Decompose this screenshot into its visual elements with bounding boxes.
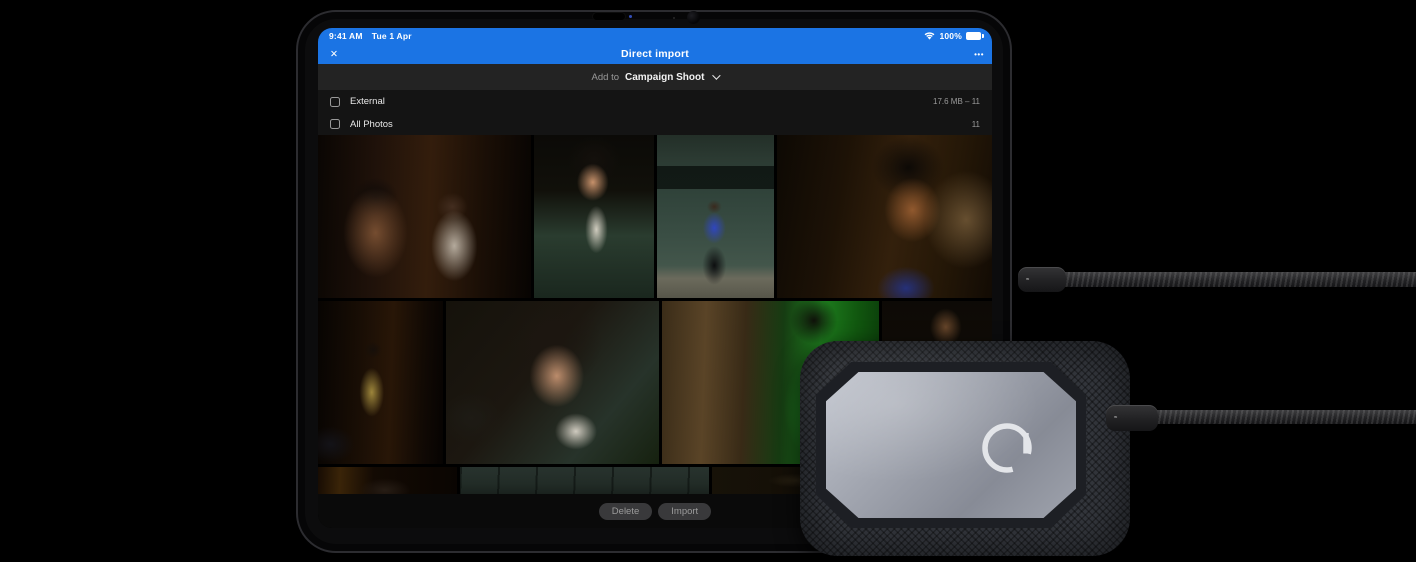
connector-logo-icon: ≈ <box>1026 276 1030 283</box>
all-photos-checkbox[interactable] <box>330 119 340 129</box>
usbc-cable-drive <box>1150 410 1416 424</box>
gdrive-ssd <box>800 341 1130 556</box>
nav-bar: ✕ Direct import ••• <box>318 44 992 64</box>
photo-thumbnail[interactable] <box>318 467 457 494</box>
front-camera-icon <box>687 11 700 24</box>
front-camera-pill <box>592 12 626 21</box>
photo-thumbnail[interactable] <box>318 135 531 298</box>
more-options-icon[interactable]: ••• <box>974 44 984 64</box>
wifi-icon <box>925 32 935 40</box>
photo-thumbnail[interactable] <box>534 135 654 298</box>
photo-thumbnail[interactable] <box>318 301 443 464</box>
usbc-connector: ≈ <box>1018 267 1066 292</box>
connector-logo-icon: ≈ <box>1114 415 1118 421</box>
battery-icon <box>966 32 984 40</box>
camera-indicator-dot <box>629 15 632 18</box>
usbc-connector: ≈ <box>1106 405 1158 431</box>
clock-time: 9:41 AM <box>329 31 363 41</box>
photo-thumbnail[interactable] <box>657 135 774 298</box>
external-checkbox[interactable] <box>330 96 340 107</box>
battery-percent: 100% <box>939 31 962 41</box>
source-row-external[interactable]: External 17.6 MB – 11 <box>318 90 992 113</box>
source-row-meta: 11 <box>971 119 980 129</box>
chevron-down-icon[interactable] <box>712 71 722 80</box>
source-row-meta: 17.6 MB – 11 <box>933 97 980 106</box>
source-row-label: External <box>350 96 385 107</box>
delete-button[interactable]: Delete <box>598 502 653 520</box>
gdrive-logo-icon <box>982 423 1032 473</box>
scene: 9:41 AM Tue 1 Apr 100% ✕ Direct import •… <box>0 0 1416 562</box>
source-row-label: All Photos <box>350 118 393 130</box>
page-title: Direct import <box>621 48 689 60</box>
status-bar: 9:41 AM Tue 1 Apr 100% <box>318 28 992 44</box>
clock-date: Tue 1 Apr <box>371 31 412 41</box>
add-to-bar: Add to Campaign Shoot <box>318 64 992 90</box>
drive-plate <box>826 372 1076 518</box>
album-selector[interactable]: Campaign Shoot <box>625 72 704 83</box>
source-row-all-photos[interactable]: All Photos 11 <box>318 113 992 135</box>
add-to-label: Add to <box>591 71 619 83</box>
import-button[interactable]: Import <box>658 502 712 520</box>
photo-thumbnail[interactable] <box>460 467 709 494</box>
photo-thumbnail[interactable] <box>777 135 992 298</box>
usbc-cable-top <box>1058 272 1416 287</box>
photo-thumbnail[interactable] <box>446 301 659 464</box>
sensor-dot <box>673 17 675 19</box>
